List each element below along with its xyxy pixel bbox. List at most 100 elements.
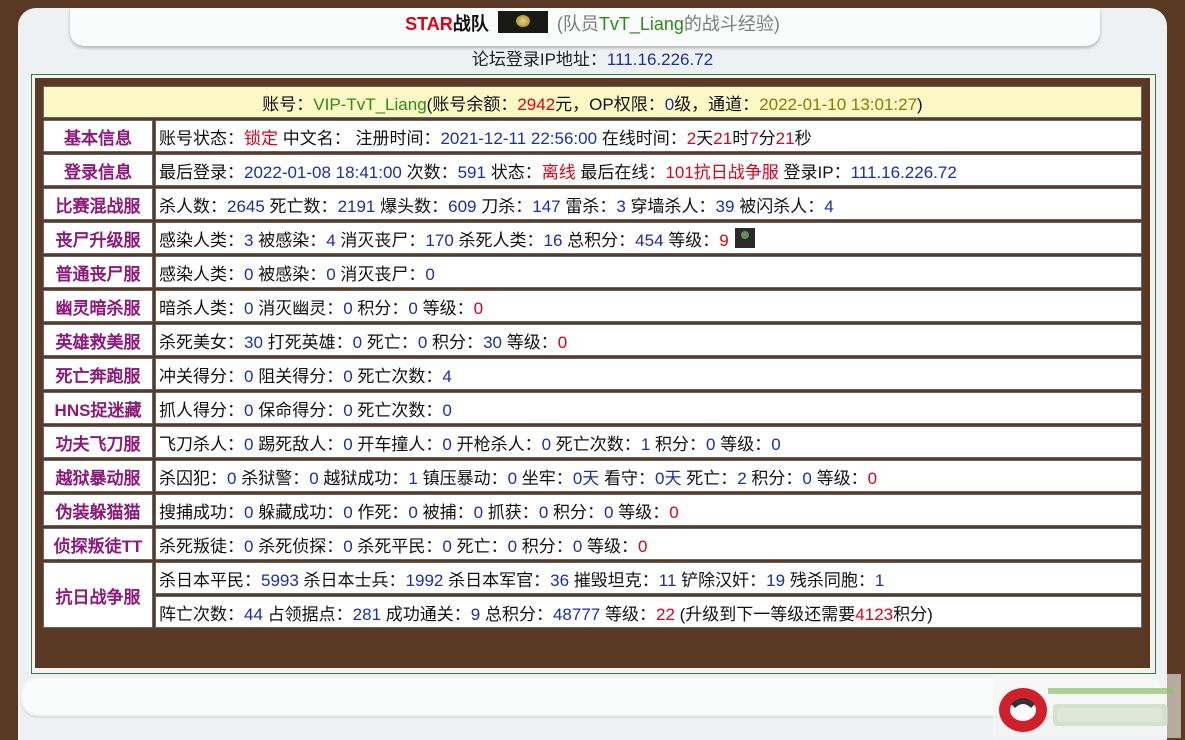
- stat-fragment: 打死英雄：: [262, 332, 353, 352]
- stat-fragment: 2645: [227, 196, 265, 216]
- stat-fragment: 0: [442, 536, 452, 556]
- stats-row: 英雄救美服 杀死美女：30 打死英雄：0 死亡：0 积分：30 等级：0: [43, 324, 1142, 356]
- stat-fragment: 感染人类：: [159, 230, 244, 250]
- stat-fragment: 阻关得分：: [253, 366, 344, 386]
- stats-row: 幽灵暗杀服 暗杀人类：0 消灭幽灵：0 积分：0 等级：0: [43, 290, 1142, 322]
- stat-fragment: 0: [507, 468, 518, 488]
- stat-fragment: 占领据点：: [262, 604, 353, 624]
- stat-fragment: 死亡次数：: [352, 366, 443, 386]
- stat-fragment: 躲藏成功：: [253, 502, 344, 522]
- stat-fragment: 19: [766, 570, 786, 590]
- server-stats: 最后登录：2022-01-08 18:41:00 次数：591 状态：离线 最后…: [155, 154, 1142, 186]
- stat-fragment: 16: [543, 230, 563, 250]
- stat-fragment: 等级：: [715, 434, 772, 454]
- server-label: 比赛混战服: [43, 188, 153, 220]
- stat-fragment: 0天: [572, 468, 600, 488]
- stat-fragment: 454: [635, 230, 664, 250]
- stats-row: 比赛混战服 杀人数：2645 死亡数：2191 爆头数：609 刀杀：147 雷杀…: [43, 188, 1142, 220]
- stats-row: 伪装躲猫猫 搜捕成功：0 躲藏成功：0 作死：0 被捕：0 抓获：0 积分：0 等…: [43, 494, 1142, 526]
- stat-fragment: 越狱成功：: [318, 468, 409, 488]
- stat-fragment: 杀人数：: [159, 196, 227, 216]
- stat-fragment: 抓人得分：: [159, 400, 244, 420]
- stat-fragment: 170: [425, 230, 454, 250]
- title-open: (队员: [556, 14, 599, 34]
- stats-row: 越狱暴动服 杀囚犯：0 杀狱警：0 越狱成功：1 镇压暴动：0 坐牢：0天 看守：…: [43, 460, 1142, 492]
- stat-fragment: 9: [470, 604, 481, 624]
- stat-fragment: 杀日本平民：: [159, 570, 261, 590]
- stats-row: 阵亡次数：44 占领据点：281 成功通关：9 总积分：48777 等级：22 …: [43, 596, 1142, 628]
- stat-fragment: 4: [442, 366, 452, 386]
- stat-fragment: 杀死人类：: [453, 230, 544, 250]
- stat-fragment: 0: [343, 536, 353, 556]
- stat-fragment: 踢死敌人：: [253, 434, 344, 454]
- server-stats: 感染人类：0 被感染：0 消灭丧尸：0: [155, 256, 1142, 288]
- login-ip-label: 论坛登录IP地址：: [471, 50, 607, 69]
- stat-fragment: 刀杀：: [476, 196, 533, 216]
- stat-fragment: 杀死叛徒：: [159, 536, 244, 556]
- balance-unit: 元，OP权限：: [555, 94, 665, 114]
- server-label: 功夫飞刀服: [43, 426, 153, 458]
- stat-fragment: 1: [640, 434, 651, 454]
- stat-fragment: 2191: [337, 196, 376, 216]
- server-label: HNS捉迷藏: [43, 392, 153, 424]
- stat-fragment: 0: [425, 264, 435, 284]
- server-stats: 杀囚犯：0 杀狱警：0 越狱成功：1 镇压暴动：0 坐牢：0天 看守：0天 死亡…: [155, 460, 1142, 492]
- stat-fragment: 0: [473, 298, 484, 318]
- stat-fragment: 0天: [655, 468, 682, 488]
- stat-fragment: 0: [343, 298, 353, 318]
- stat-fragment: 开车撞人：: [352, 434, 443, 454]
- stat-fragment: 死亡：: [451, 536, 508, 556]
- page-title: STAR战队 (队员TvT_Liang的战斗经验): [0, 11, 1185, 36]
- stat-fragment: 残杀同胞：: [785, 570, 875, 590]
- stat-fragment: 穿墙杀人：: [625, 196, 716, 216]
- server-stats: 抓人得分：0 保命得分：0 死亡次数：0: [155, 392, 1142, 424]
- stat-fragment: 591: [457, 162, 486, 182]
- server-label: 登录信息: [43, 154, 153, 186]
- stat-fragment: (升级到下一等级还需要: [674, 604, 856, 624]
- stats-row: 侦探叛徒TT 杀死叛徒：0 杀死侦探：0 杀死平民：0 死亡：0 积分：0 等级：…: [43, 528, 1142, 560]
- stat-fragment: 杀日本军官：: [443, 570, 551, 590]
- stat-fragment: 0: [343, 502, 353, 522]
- stat-fragment: 雷杀：: [560, 196, 617, 216]
- stat-fragment: 消灭丧尸：: [335, 230, 426, 250]
- stat-fragment: 被感染：: [253, 230, 327, 250]
- stat-fragment: 2022-01-08 18:41:00: [244, 162, 402, 182]
- stats-row: 普通丧尸服 感染人类：0 被感染：0 消灭丧尸：0: [43, 256, 1142, 288]
- stat-fragment: 1992: [405, 570, 444, 590]
- stat-fragment: 4: [824, 196, 834, 216]
- server-stats: 杀人数：2645 死亡数：2191 爆头数：609 刀杀：147 雷杀：3 穿墙…: [155, 188, 1142, 220]
- stat-fragment: 609: [448, 196, 477, 216]
- stat-fragment: 4: [326, 230, 336, 250]
- stat-fragment: 次数：: [401, 162, 458, 182]
- stat-fragment: 总积分：: [480, 604, 553, 624]
- server-label: 侦探叛徒TT: [43, 528, 153, 560]
- stat-fragment: 21: [775, 128, 795, 148]
- stat-fragment: 等级：: [663, 230, 720, 250]
- stat-fragment: 积分：: [548, 502, 605, 522]
- stat-fragment: 36: [550, 570, 570, 590]
- stats-row: 功夫飞刀服 飞刀杀人：0 踢死敌人：0 开车撞人：0 开枪杀人：0 死亡次数：1 …: [43, 426, 1142, 458]
- stat-fragment: 杀日本士兵：: [298, 570, 406, 590]
- stat-fragment: 秒: [794, 128, 812, 148]
- site-logo-icon[interactable]: [993, 674, 1181, 738]
- server-label: 越狱暴动服: [43, 460, 153, 492]
- stat-fragment: 等级：: [501, 332, 558, 352]
- team-tag: STAR: [405, 14, 453, 34]
- stat-fragment: 9: [719, 230, 729, 250]
- server-stats: 暗杀人类：0 消灭幽灵：0 积分：0 等级：0: [155, 290, 1142, 322]
- stat-fragment: 镇压暴动：: [417, 468, 508, 488]
- stats-row: HNS捉迷藏 抓人得分：0 保命得分：0 死亡次数：0: [43, 392, 1142, 424]
- stat-fragment: 0: [507, 536, 518, 556]
- stat-fragment: 杀死美女：: [159, 332, 244, 352]
- server-stats: 账号状态：锁定 中文名： 注册时间：2021-12-11 22:56:00 在线…: [155, 120, 1142, 152]
- stat-fragment: 积分：: [746, 468, 803, 488]
- stat-fragment: 30: [483, 332, 502, 352]
- stat-fragment: 39: [715, 196, 735, 216]
- title-suffix: 的战斗经验): [683, 14, 780, 34]
- stat-fragment: 0: [408, 298, 418, 318]
- stat-fragment: 等级：: [600, 604, 656, 624]
- server-label: 抗日战争服: [43, 562, 153, 628]
- stats-row: 登录信息 最后登录：2022-01-08 18:41:00 次数：591 状态：离…: [43, 154, 1142, 186]
- stat-fragment: 3: [616, 196, 626, 216]
- stat-fragment: 分: [758, 128, 776, 148]
